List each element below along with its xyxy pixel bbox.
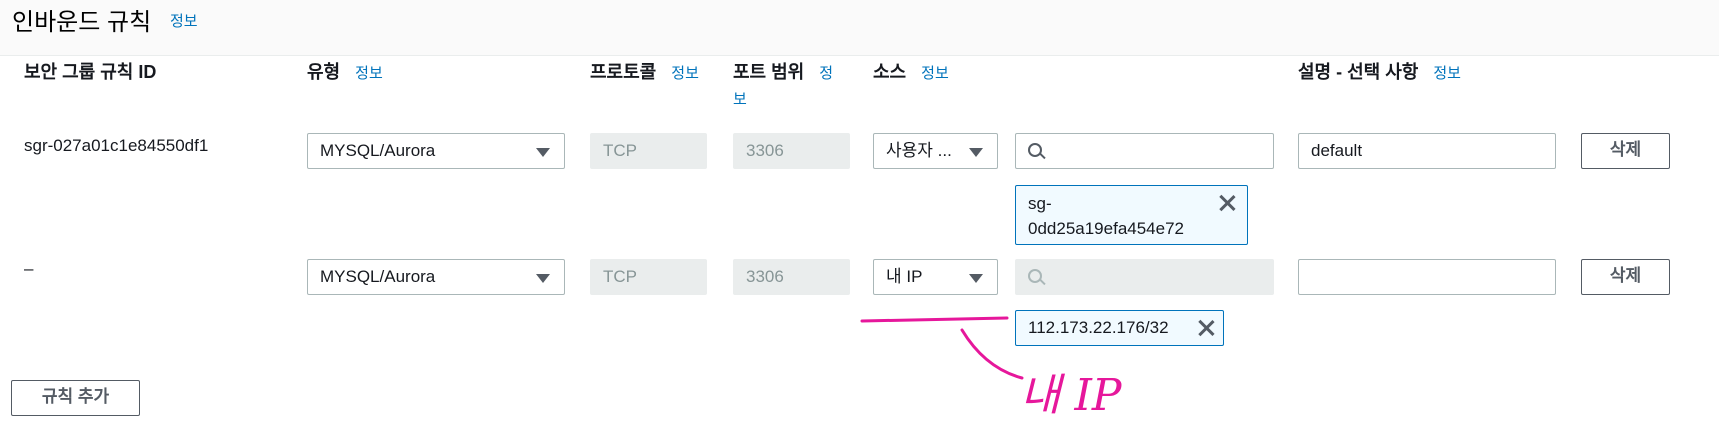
- source-token: sg- 0dd25a19efa454e72: [1015, 185, 1248, 245]
- caret-down-icon: [536, 148, 550, 157]
- type-select[interactable]: MYSQL/Aurora: [307, 133, 565, 169]
- search-icon: [1028, 269, 1046, 286]
- column-header-protocol: 프로토콜 정보: [590, 62, 699, 82]
- type-select[interactable]: MYSQL/Aurora: [307, 259, 565, 295]
- annotation-text: 내 IP: [1020, 370, 1123, 421]
- caret-down-icon: [969, 148, 983, 157]
- caret-down-icon: [536, 274, 550, 283]
- source-type-select[interactable]: 내 IP: [873, 259, 998, 295]
- rule-id: sgr-027a01c1e84550df1: [24, 136, 209, 155]
- source-search-input: [1015, 259, 1274, 295]
- protocol-field: TCP: [590, 133, 707, 169]
- close-icon[interactable]: [1197, 319, 1215, 337]
- column-header-source: 소스 정보: [873, 62, 949, 82]
- protocol-info-link[interactable]: 정보: [671, 65, 699, 82]
- description-input[interactable]: default: [1298, 133, 1556, 169]
- description-input[interactable]: [1298, 259, 1556, 295]
- caret-down-icon: [969, 274, 983, 283]
- page-title: 인바운드 규칙: [12, 9, 152, 36]
- delete-button[interactable]: 삭제: [1581, 133, 1670, 169]
- type-info-link[interactable]: 정보: [355, 65, 383, 82]
- column-header-port-range: 포트 범위 정보: [733, 62, 834, 108]
- title-info-link[interactable]: 정보: [170, 10, 198, 31]
- source-info-link[interactable]: 정보: [921, 65, 949, 82]
- section-header: 인바운드 규칙 정보: [0, 0, 1719, 56]
- source-type-select[interactable]: 사용자 ...: [873, 133, 998, 169]
- column-header-rule-id: 보안 그룹 규칙 ID: [24, 62, 157, 82]
- close-icon[interactable]: [1218, 194, 1236, 212]
- annotation-arrow: [960, 328, 1024, 380]
- port-range-field: 3306: [733, 259, 850, 295]
- source-token: 112.173.22.176/32: [1015, 310, 1224, 346]
- search-icon: [1028, 143, 1046, 160]
- rule-id: –: [24, 259, 34, 278]
- column-header-description: 설명 - 선택 사항 정보: [1298, 62, 1461, 82]
- description-info-link[interactable]: 정보: [1433, 65, 1461, 82]
- add-rule-button[interactable]: 규칙 추가: [11, 380, 140, 416]
- annotation-underline: [860, 316, 1009, 323]
- source-search-input[interactable]: [1015, 133, 1274, 169]
- port-range-field: 3306: [733, 133, 850, 169]
- protocol-field: TCP: [590, 259, 707, 295]
- column-header-type: 유형 정보: [307, 62, 383, 82]
- handwritten-annotation: 내 IP: [860, 316, 1123, 421]
- delete-button[interactable]: 삭제: [1581, 259, 1670, 295]
